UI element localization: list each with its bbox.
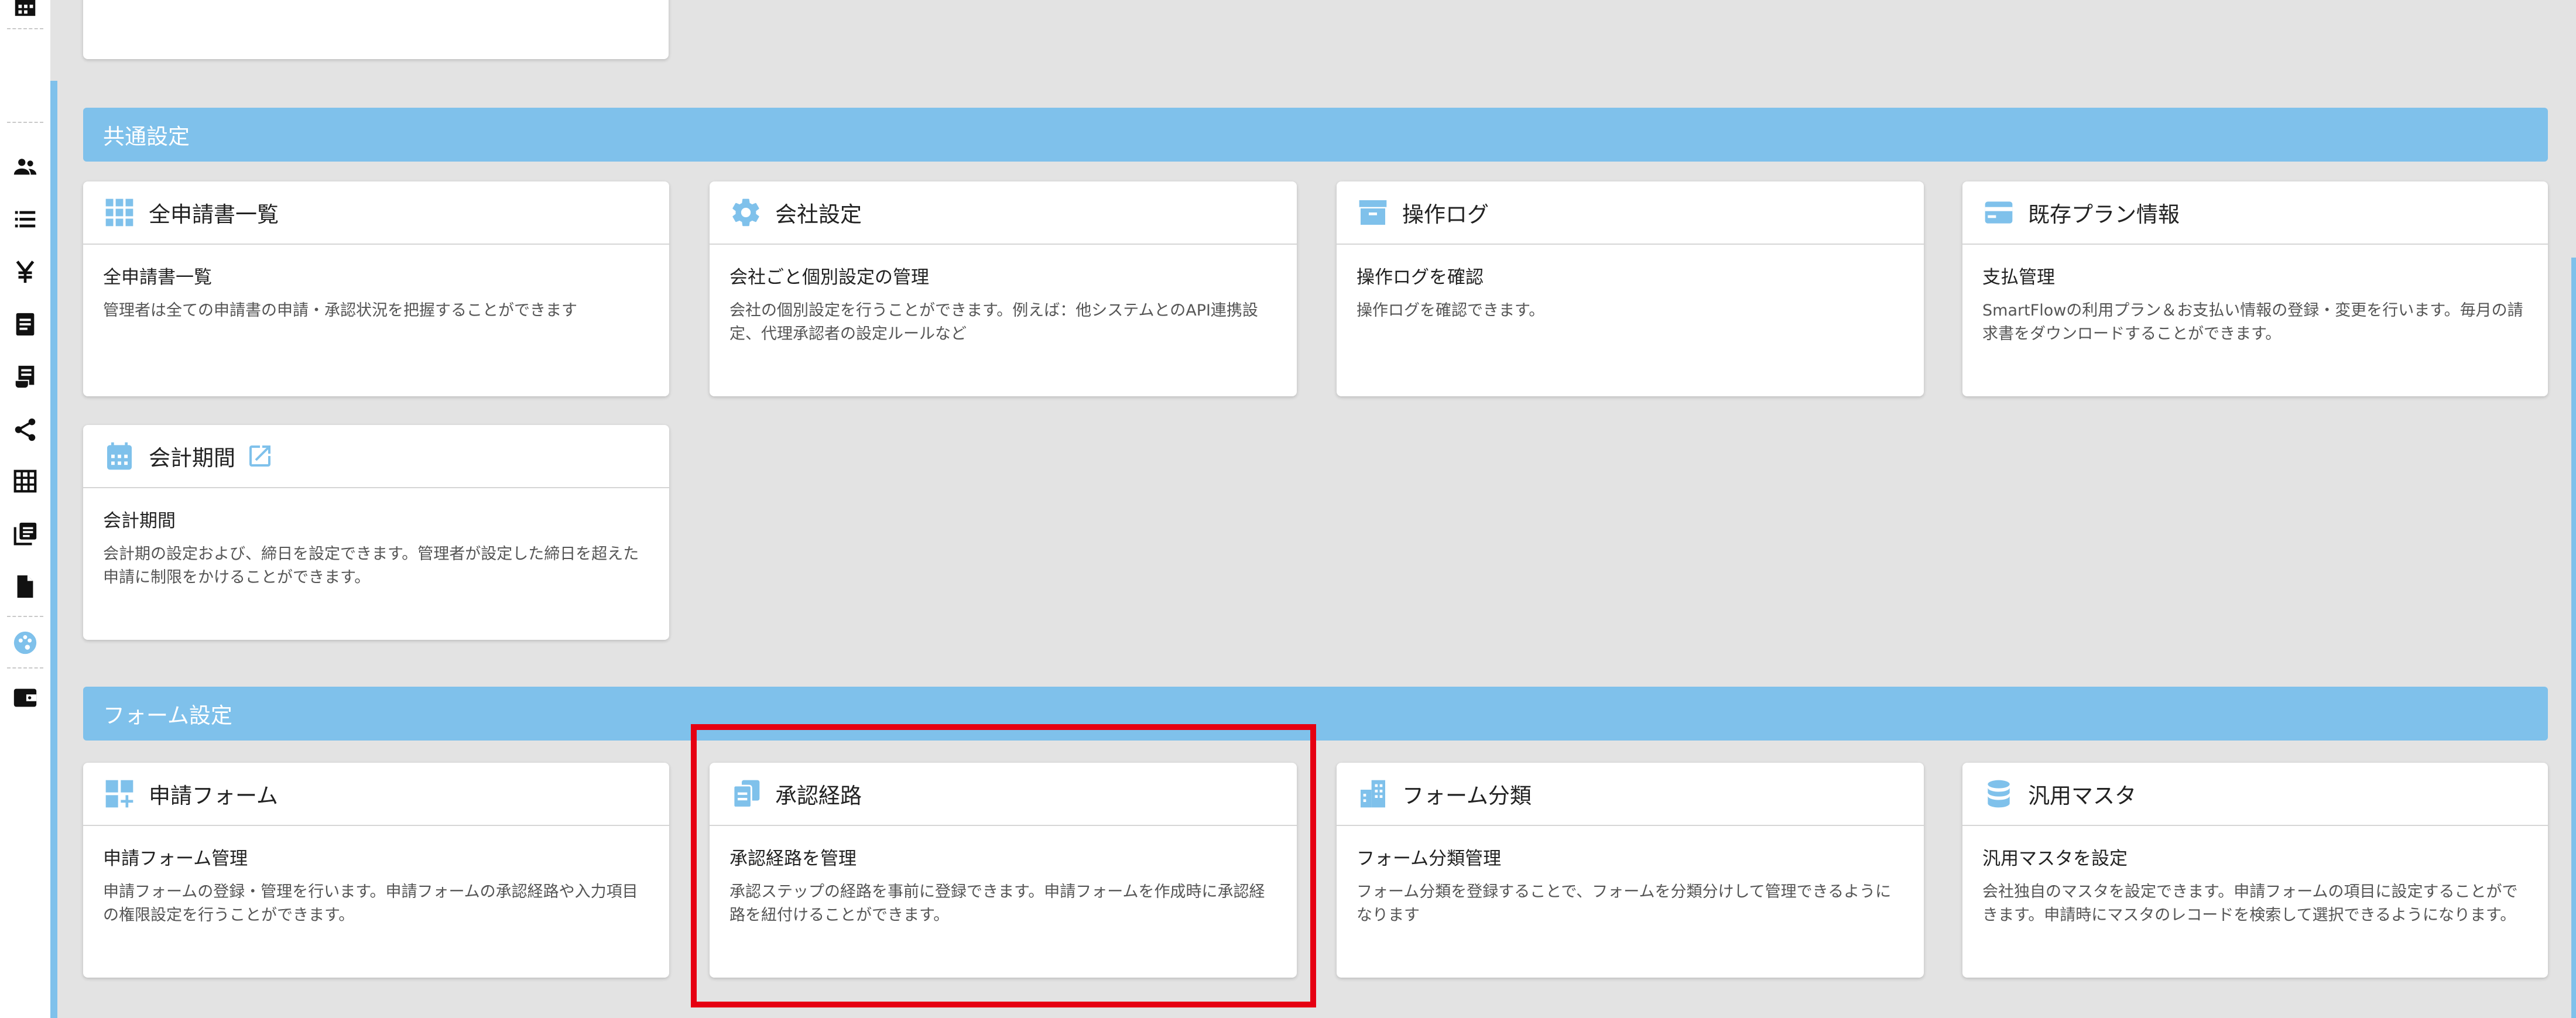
receipt-icon[interactable] [8, 359, 43, 395]
card-subtitle: 汎用マスタを設定 [1982, 848, 2128, 869]
calculator-icon[interactable] [8, 0, 43, 22]
external-link-icon[interactable] [246, 442, 274, 470]
card-description: 承認ステップの経路を事前に登録できます。申請フォームを作成時に承認経路を紐付ける… [729, 883, 1265, 924]
yen-icon[interactable] [8, 254, 43, 289]
section-title: フォーム設定 [103, 703, 232, 728]
card-title: 会計期間 [149, 445, 235, 471]
card-subtitle: 全申請書一覧 [103, 267, 212, 288]
card-title: 申請フォーム [149, 783, 278, 808]
card-plan-info[interactable]: 既存プラン情報 支払管理 SmartFlowの利用プラン＆お支払い情報の登録・変… [1962, 181, 2548, 396]
card-subtitle: 操作ログを確認 [1356, 267, 1484, 288]
card-header: 会社設定 [710, 181, 1297, 245]
card-description: 申請フォームの登録・管理を行います。申請フォームの承認経路や入力項目の権限設定を… [103, 883, 638, 924]
card-application-form[interactable]: 申請フォーム 申請フォーム管理 申請フォームの登録・管理を行います。申請フォーム… [83, 763, 669, 978]
card-header: フォーム分類 [1337, 763, 1924, 826]
card-header: 承認経路 [710, 763, 1297, 826]
card-header: 既存プラン情報 [1962, 181, 2548, 245]
card-description: 操作ログを確認できます。 [1356, 301, 1545, 320]
file-icon[interactable] [8, 569, 43, 604]
widgets-icon [103, 777, 136, 810]
people-icon[interactable] [8, 149, 43, 184]
sidebar-accent-bar [50, 81, 57, 1018]
section-header-form: フォーム設定 [83, 687, 2548, 741]
card-title: フォーム分類 [1402, 783, 1532, 808]
section-title: 共通設定 [103, 124, 190, 149]
archive-icon [1356, 196, 1389, 229]
database-icon [1982, 777, 2015, 810]
card-header: 全申請書一覧 [83, 181, 669, 245]
credit-card-icon [1982, 196, 2015, 229]
sidebar [0, 0, 50, 1018]
card-company-settings[interactable]: 会社設定 会社ごと個別設定の管理 会社の個別設定を行うことができます。例えば：他… [710, 181, 1297, 396]
section-header-common: 共通設定 [83, 108, 2548, 162]
card-subtitle: 承認経路を管理 [729, 848, 857, 869]
card-description: 会計期の設定および、締日を設定できます。管理者が設定した締日を超えた申請に制限を… [103, 545, 639, 587]
card-description: 会社の個別設定を行うことができます。例えば：他システムとのAPI連携設定、代理承… [729, 301, 1258, 343]
card-approval-route[interactable]: 承認経路 承認経路を管理 承認ステップの経路を事前に登録できます。申請フォームを… [710, 763, 1297, 978]
card-header: 会計期間 [83, 425, 669, 488]
sidebar-divider [7, 667, 43, 669]
route-doc-icon [729, 777, 762, 810]
card-description: フォーム分類を登録することで、フォームを分類分けして管理できるようになります [1356, 883, 1892, 924]
table-icon[interactable] [8, 464, 43, 499]
card-title: 操作ログ [1402, 202, 1489, 227]
card-description: SmartFlowの利用プラン＆お支払い情報の登録・変更を行います。毎月の請求書… [1982, 301, 2523, 343]
sidebar-divider [7, 616, 43, 617]
card-subtitle: フォーム分類管理 [1356, 848, 1502, 869]
card-title: 既存プラン情報 [2028, 202, 2180, 227]
sidebar-divider [7, 28, 43, 29]
card-header: 汎用マスタ [1962, 763, 2548, 826]
sidebar-divider [7, 122, 43, 123]
card-form-category[interactable]: フォーム分類 フォーム分類管理 フォーム分類を登録することで、フォームを分類分け… [1337, 763, 1924, 978]
building-icon [1356, 777, 1389, 810]
card-general-master[interactable]: 汎用マスタ 汎用マスタを設定 会社独自のマスタを設定できます。申請フォームの項目… [1962, 763, 2548, 978]
wallet-icon[interactable] [8, 680, 43, 715]
card-title: 会社設定 [775, 202, 862, 227]
list-icon[interactable] [8, 201, 43, 236]
card-header: 操作ログ [1337, 181, 1924, 245]
card-fiscal-period[interactable]: 会計期間 会計期間 会計期の設定および、締日を設定できます。管理者が設定した締日… [83, 425, 669, 640]
gear-icon [729, 196, 762, 229]
share-icon[interactable] [8, 412, 43, 447]
card-all-applications[interactable]: 全申請書一覧 全申請書一覧 管理者は全ての申請書の申請・承認状況を把握することが… [83, 181, 669, 396]
card-description: 管理者は全ての申請書の申請・承認状況を把握することができます [103, 301, 577, 320]
calendar-icon [103, 440, 136, 472]
card-description: 会社独自のマスタを設定できます。申請フォームの項目に設定することができます。申請… [1982, 883, 2518, 924]
palette-icon[interactable] [8, 625, 43, 660]
card-title: 全申請書一覧 [149, 202, 279, 227]
card-title: 汎用マスタ [2028, 783, 2136, 808]
card-subtitle: 申請フォーム管理 [103, 848, 248, 869]
card-subtitle: 支払管理 [1982, 267, 2055, 288]
card-title: 承認経路 [775, 783, 862, 808]
card-operation-log[interactable]: 操作ログ 操作ログを確認 操作ログを確認できます。 [1337, 181, 1924, 396]
scroll-accent-bar [2571, 258, 2576, 1018]
grid-icon [103, 196, 136, 229]
card-subtitle: 会社ごと個別設定の管理 [729, 267, 929, 288]
library-icon[interactable] [8, 516, 43, 551]
card-partial[interactable] [83, 0, 669, 59]
card-header: 申請フォーム [83, 763, 669, 826]
card-subtitle: 会計期間 [103, 510, 176, 532]
document-icon[interactable] [8, 307, 43, 342]
